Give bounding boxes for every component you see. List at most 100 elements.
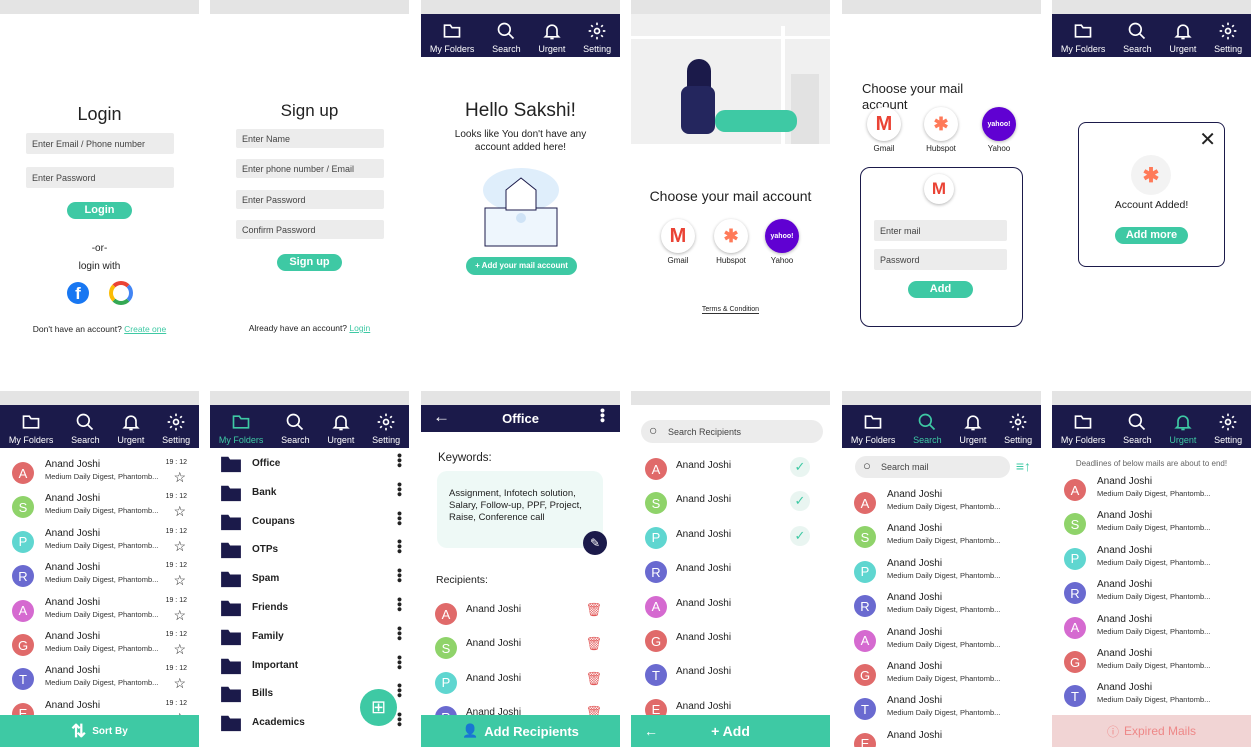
login-link[interactable]: Login [349,323,370,333]
add-button[interactable]: Add [908,281,973,298]
add-button[interactable]: + Add [711,723,750,739]
nav-search[interactable]: Search [281,412,310,445]
add-recipients-button[interactable]: 👤 Add Recipients [421,715,620,747]
folder-row[interactable]: Important ••• [220,655,409,683]
mail-row[interactable]: A Anand Joshi Medium Daily Digest, Phantom… [0,597,199,631]
mail-row[interactable]: A Anand Joshi Medium Daily Digest, Phantom… [1052,476,1251,510]
folder-row[interactable]: OTPs ••• [220,539,409,567]
folder-row[interactable]: Bank ••• [220,482,409,510]
expired-mails-button[interactable]: ⓘ Expired Mails [1052,715,1251,747]
more-options-icon[interactable]: ••• [392,712,408,727]
star-icon[interactable]: ☆ [173,469,186,486]
nav-setting[interactable]: Setting [1214,21,1242,54]
recipient-row[interactable]: R Anand Joshi [641,558,830,592]
recipient-row[interactable]: G Anand Joshi [641,627,830,661]
mail-row[interactable]: P Anand Joshi Medium Daily Digest, Phantom… [0,528,199,562]
star-icon[interactable]: ☆ [173,675,186,692]
check-icon[interactable]: ✓ [790,491,810,512]
nav-setting[interactable]: Setting [1214,412,1242,445]
password-field[interactable]: Password [874,249,1007,270]
signup-button[interactable]: Sign up [277,254,342,271]
more-options-icon[interactable]: ••• [392,626,408,641]
recipient-row[interactable]: T Anand Joshi [641,661,830,695]
search-mail-input[interactable]: ○ Search mail [855,456,1010,478]
nav-my-folders[interactable]: My Folders [851,412,895,445]
recipient-row[interactable]: S Anand Joshi 🗑 [431,634,620,668]
create-account-link[interactable]: Create one [124,324,166,334]
close-icon[interactable]: ✕ [1199,127,1216,152]
nav-search[interactable]: Search [1123,21,1152,54]
sort-icon[interactable]: ≡↑ [1016,458,1031,474]
more-options-icon[interactable]: ••• [392,597,408,612]
mail-row[interactable]: G Anand Joshi Medium Daily Digest, Phantom… [1052,648,1251,682]
mail-row[interactable]: E Anand Joshi [842,730,1041,747]
star-icon[interactable]: ☆ [173,641,186,658]
check-icon[interactable]: ✓ [790,525,810,546]
nav-setting[interactable]: Setting [1004,412,1032,445]
nav-urgent[interactable]: Urgent [538,21,565,54]
mail-row[interactable]: R Anand Joshi Medium Daily Digest, Phantom… [1052,579,1251,613]
name-field[interactable]: Enter Name [236,129,384,148]
gmail-option[interactable]: M Gmail [859,107,909,153]
mail-row[interactable]: S Anand Joshi Medium Daily Digest, Phantom… [0,493,199,527]
recipient-row[interactable]: S Anand Joshi ✓ [641,489,830,523]
hubspot-option[interactable]: ✱ Hubspot [916,107,966,153]
folder-row[interactable]: Coupans ••• [220,511,409,539]
nav-my-folders[interactable]: My Folders [430,21,474,54]
email-field[interactable]: Enter mail [874,220,1007,241]
nav-my-folders[interactable]: My Folders [1061,412,1105,445]
nav-urgent[interactable]: Urgent [117,412,144,445]
back-arrow-icon[interactable]: ← [644,723,658,739]
trash-icon[interactable]: 🗑 [585,636,602,652]
mail-row[interactable]: P Anand Joshi Medium Daily Digest, Phantom… [1052,545,1251,579]
trash-icon[interactable]: 🗑 [585,671,602,687]
google-icon[interactable] [109,281,133,305]
nav-setting[interactable]: Setting [372,412,400,445]
nav-my-folders[interactable]: My Folders [9,412,53,445]
confirm-password-field[interactable]: Confirm Password [236,220,384,239]
more-options-icon[interactable]: ••• [392,655,408,670]
recipient-row[interactable]: A Anand Joshi 🗑 [431,600,620,634]
mail-row[interactable]: G Anand Joshi Medium Daily Digest, Phantom… [0,631,199,665]
sort-by-button[interactable]: ⇅ Sort By [0,715,199,747]
recipient-row[interactable]: P Anand Joshi ✓ [641,524,830,558]
mail-row[interactable]: R Anand Joshi Medium Daily Digest, Phantom… [842,592,1041,626]
trash-icon[interactable]: 🗑 [585,602,602,618]
nav-urgent[interactable]: Urgent [959,412,986,445]
nav-urgent[interactable]: Urgent [1169,412,1196,445]
mail-row[interactable]: G Anand Joshi Medium Daily Digest, Phantom… [842,661,1041,695]
nav-search[interactable]: Search [1123,412,1152,445]
yahoo-option[interactable]: yahoo! Yahoo [974,107,1024,153]
edit-button[interactable]: ✎ [583,531,607,555]
keywords-box[interactable]: Assignment, Infotech solution, Salary, F… [437,471,603,548]
mail-row[interactable]: R Anand Joshi Medium Daily Digest, Phantom… [0,562,199,596]
nav-setting[interactable]: Setting [583,21,611,54]
password-field[interactable]: Enter Password [26,167,174,188]
email-field[interactable]: Enter Email / Phone number [26,133,174,154]
star-icon[interactable]: ☆ [173,503,186,520]
more-options-icon[interactable]: ••• [392,511,408,526]
nav-search[interactable]: Search [492,21,521,54]
search-recipients-input[interactable]: ○ Search Recipients [641,420,823,443]
mail-row[interactable]: A Anand Joshi Medium Daily Digest, Phantom… [842,489,1041,523]
star-icon[interactable]: ☆ [173,538,186,555]
nav-search[interactable]: Search [71,412,100,445]
nav-urgent[interactable]: Urgent [1169,21,1196,54]
mail-row[interactable]: T Anand Joshi Medium Daily Digest, Phantom… [1052,682,1251,716]
mail-row[interactable]: P Anand Joshi Medium Daily Digest, Phantom… [842,558,1041,592]
star-icon[interactable]: ☆ [173,572,186,589]
nav-urgent[interactable]: Urgent [327,412,354,445]
facebook-icon[interactable]: f [67,282,89,304]
more-options-icon[interactable]: ••• [392,683,408,698]
more-options-icon[interactable]: ••• [392,453,408,468]
add-mail-account-button[interactable]: + Add your mail account [466,257,577,275]
mail-row[interactable]: S Anand Joshi Medium Daily Digest, Phantom… [1052,510,1251,544]
more-options-icon[interactable]: ••• [392,482,408,497]
folder-row[interactable]: Office ••• [220,453,409,481]
more-options-icon[interactable]: ••• [392,539,408,554]
star-icon[interactable]: ☆ [173,607,186,624]
new-folder-fab[interactable]: ⊞ [360,689,397,726]
recipient-row[interactable]: A Anand Joshi ✓ [641,455,830,489]
mail-row[interactable]: A Anand Joshi Medium Daily Digest, Phantom… [842,627,1041,661]
folder-row[interactable]: Spam ••• [220,568,409,596]
